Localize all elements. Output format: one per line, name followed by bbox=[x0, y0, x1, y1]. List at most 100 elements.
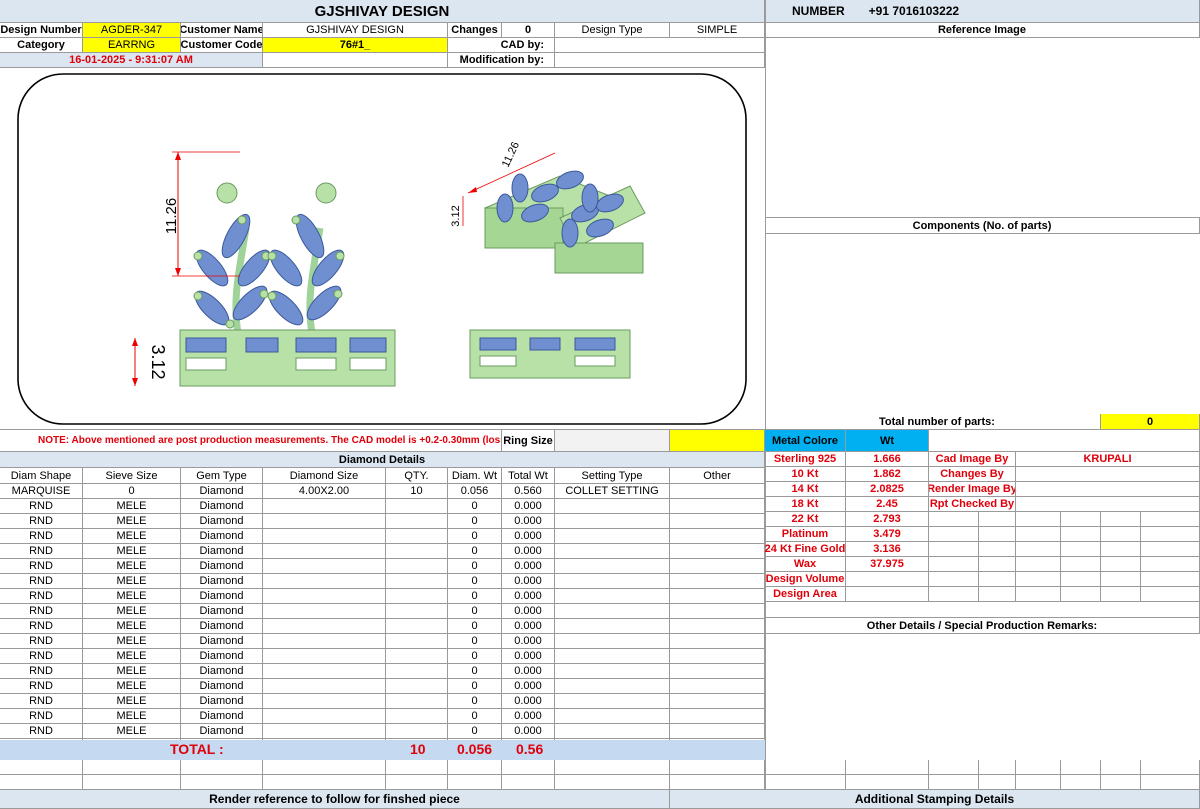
diamond-cell[interactable]: Diamond bbox=[181, 724, 263, 739]
diamond-cell[interactable]: 0.000 bbox=[502, 559, 555, 574]
metal-weight[interactable]: 37.975 bbox=[846, 557, 929, 572]
diamond-cell[interactable] bbox=[670, 664, 765, 679]
diamond-cell[interactable]: 0 bbox=[448, 694, 502, 709]
diamond-cell[interactable]: MELE bbox=[83, 694, 181, 709]
render-image-by-value[interactable] bbox=[1016, 482, 1200, 497]
diamond-cell[interactable]: RND bbox=[0, 589, 83, 604]
diamond-cell[interactable] bbox=[670, 649, 765, 664]
diamond-cell[interactable] bbox=[386, 634, 448, 649]
diamond-cell[interactable]: 0.000 bbox=[502, 604, 555, 619]
diamond-cell[interactable]: RND bbox=[0, 619, 83, 634]
blank-cell[interactable] bbox=[386, 775, 448, 790]
diamond-cell[interactable]: RND bbox=[0, 664, 83, 679]
diamond-cell[interactable] bbox=[263, 544, 386, 559]
diamond-cell[interactable] bbox=[263, 574, 386, 589]
diamond-cell[interactable] bbox=[386, 544, 448, 559]
diamond-cell[interactable] bbox=[555, 604, 670, 619]
diamond-cell[interactable] bbox=[386, 619, 448, 634]
modification-value[interactable] bbox=[555, 53, 765, 68]
grid-cell[interactable] bbox=[1141, 512, 1200, 527]
diamond-cell[interactable]: 0 bbox=[448, 664, 502, 679]
diamond-cell[interactable]: Diamond bbox=[181, 619, 263, 634]
diamond-cell[interactable]: 0.000 bbox=[502, 694, 555, 709]
grid-cell[interactable] bbox=[1101, 572, 1141, 587]
diamond-cell[interactable] bbox=[670, 604, 765, 619]
diamond-cell[interactable]: 0 bbox=[448, 679, 502, 694]
total-parts-value[interactable]: 0 bbox=[1101, 414, 1200, 430]
diamond-cell[interactable]: RND bbox=[0, 499, 83, 514]
grid-cell[interactable] bbox=[765, 602, 1200, 618]
metal-weight[interactable]: 2.0825 bbox=[846, 482, 929, 497]
diamond-cell[interactable]: RND bbox=[0, 544, 83, 559]
diamond-cell[interactable] bbox=[386, 499, 448, 514]
blank-cell[interactable] bbox=[502, 760, 555, 775]
diamond-cell[interactable] bbox=[263, 724, 386, 739]
grid-cell[interactable] bbox=[1016, 557, 1061, 572]
ring-size-highlight[interactable] bbox=[670, 430, 765, 452]
blank-cell[interactable] bbox=[846, 760, 929, 775]
diamond-cell[interactable] bbox=[386, 664, 448, 679]
metal-weight[interactable]: 3.136 bbox=[846, 542, 929, 557]
diamond-cell[interactable]: MELE bbox=[83, 634, 181, 649]
diamond-cell[interactable] bbox=[555, 664, 670, 679]
diamond-cell[interactable]: MELE bbox=[83, 499, 181, 514]
grid-cell[interactable] bbox=[979, 512, 1016, 527]
grid-cell[interactable] bbox=[1141, 572, 1200, 587]
blank-cell[interactable] bbox=[1061, 760, 1101, 775]
diamond-cell[interactable]: Diamond bbox=[181, 589, 263, 604]
diamond-cell[interactable]: MELE bbox=[83, 724, 181, 739]
diamond-cell[interactable]: 0.000 bbox=[502, 574, 555, 589]
grid-cell[interactable] bbox=[1016, 542, 1061, 557]
diamond-cell[interactable]: MELE bbox=[83, 664, 181, 679]
diamond-cell[interactable]: 0.000 bbox=[502, 589, 555, 604]
diamond-cell[interactable]: Diamond bbox=[181, 634, 263, 649]
blank-cell[interactable] bbox=[765, 760, 846, 775]
blank-cell[interactable] bbox=[1101, 760, 1141, 775]
diamond-cell[interactable] bbox=[555, 544, 670, 559]
blank-cell[interactable] bbox=[1141, 775, 1200, 790]
diamond-cell[interactable]: 0.000 bbox=[502, 709, 555, 724]
diamond-cell[interactable] bbox=[670, 484, 765, 499]
diamond-cell[interactable]: Diamond bbox=[181, 499, 263, 514]
diamond-cell[interactable]: MELE bbox=[83, 589, 181, 604]
diamond-cell[interactable] bbox=[386, 649, 448, 664]
diamond-cell[interactable]: MELE bbox=[83, 529, 181, 544]
blank-cell[interactable] bbox=[1016, 760, 1061, 775]
diamond-cell[interactable] bbox=[670, 724, 765, 739]
diamond-cell[interactable]: MELE bbox=[83, 604, 181, 619]
diamond-cell[interactable] bbox=[386, 724, 448, 739]
grid-cell[interactable] bbox=[979, 572, 1016, 587]
grid-cell[interactable] bbox=[1061, 557, 1101, 572]
diamond-cell[interactable] bbox=[555, 514, 670, 529]
diamond-cell[interactable]: Diamond bbox=[181, 559, 263, 574]
blank-cell[interactable] bbox=[979, 775, 1016, 790]
diamond-cell[interactable] bbox=[670, 559, 765, 574]
diamond-cell[interactable] bbox=[263, 514, 386, 529]
diamond-cell[interactable] bbox=[670, 634, 765, 649]
grid-cell[interactable] bbox=[1101, 527, 1141, 542]
diamond-cell[interactable]: 0 bbox=[448, 649, 502, 664]
diamond-cell[interactable] bbox=[555, 709, 670, 724]
diamond-cell[interactable] bbox=[386, 709, 448, 724]
diamond-cell[interactable] bbox=[263, 709, 386, 724]
diamond-cell[interactable]: RND bbox=[0, 514, 83, 529]
diamond-cell[interactable]: 0.000 bbox=[502, 514, 555, 529]
blank-cell[interactable] bbox=[1101, 775, 1141, 790]
diamond-cell[interactable] bbox=[670, 514, 765, 529]
grid-cell[interactable] bbox=[1101, 542, 1141, 557]
cad-image-by-value[interactable]: KRUPALI bbox=[1016, 452, 1200, 467]
diamond-cell[interactable] bbox=[555, 574, 670, 589]
diamond-cell[interactable]: Diamond bbox=[181, 709, 263, 724]
diamond-cell[interactable]: 0.000 bbox=[502, 529, 555, 544]
blank-cell[interactable] bbox=[263, 775, 386, 790]
grid-cell[interactable] bbox=[979, 527, 1016, 542]
metal-weight[interactable]: 1.666 bbox=[846, 452, 929, 467]
diamond-cell[interactable]: RND bbox=[0, 649, 83, 664]
blank-cell[interactable] bbox=[0, 760, 83, 775]
blank-cell[interactable] bbox=[979, 760, 1016, 775]
blank-cell[interactable] bbox=[929, 775, 979, 790]
diamond-cell[interactable]: 0 bbox=[448, 529, 502, 544]
diamond-cell[interactable] bbox=[555, 724, 670, 739]
blank-cell[interactable] bbox=[386, 760, 448, 775]
blank-cell[interactable] bbox=[181, 775, 263, 790]
